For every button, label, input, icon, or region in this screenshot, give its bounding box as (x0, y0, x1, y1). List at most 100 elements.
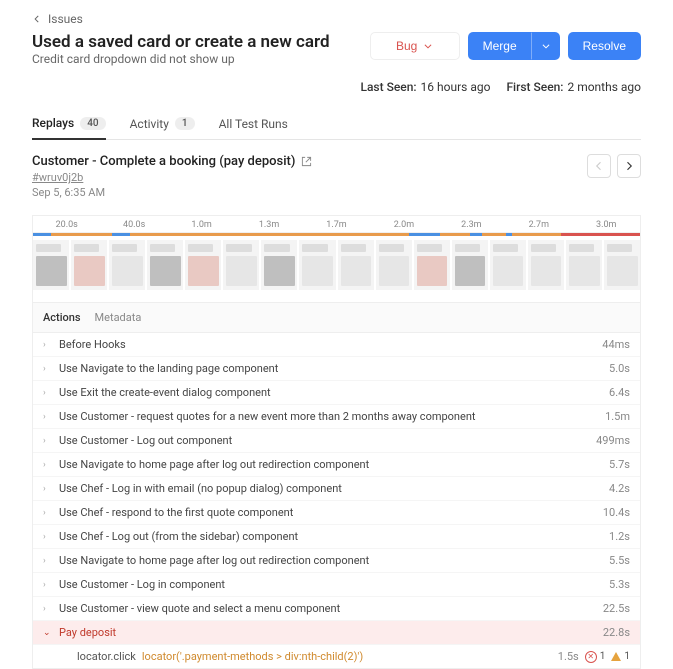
panel-tab-actions[interactable]: Actions (43, 311, 81, 324)
action-label: Use Navigate to home page after log out … (59, 458, 609, 471)
fail-icon: ✕ (585, 651, 597, 663)
chevron-right-icon: › (43, 388, 55, 398)
chevron-right-icon: › (43, 604, 55, 614)
issue-title: Used a saved card or create a new card (32, 32, 330, 52)
action-duration: 6.4s (609, 386, 630, 399)
tab-activity[interactable]: Activity 1 (130, 109, 195, 139)
action-label: Use Chef - Log in with email (no popup d… (59, 482, 609, 495)
action-row[interactable]: › Use Customer - request quotes for a new… (33, 405, 640, 429)
action-label: Use Navigate to home page after log out … (59, 554, 609, 567)
chevron-right-icon: › (43, 508, 55, 518)
session-time: Sep 5, 6:35 AM (32, 186, 312, 199)
action-label: Pay deposit (59, 626, 603, 639)
timeline-tick: 2.7m (505, 220, 572, 230)
action-duration: 4.2s (609, 482, 630, 495)
last-seen-value: 16 hours ago (421, 80, 491, 94)
action-label: Use Customer - view quote and select a m… (59, 602, 603, 615)
timeline-tick: 2.0m (370, 220, 437, 230)
action-duration: 10.4s (603, 506, 630, 519)
timeline-tick: 40.0s (100, 220, 167, 230)
action-row[interactable]: › Use Chef - Log in with email (no popup … (33, 477, 640, 501)
merge-button-group: Merge (468, 32, 560, 60)
chevron-right-icon: › (43, 412, 55, 422)
action-duration: 5.0s (609, 362, 630, 375)
activity-count: 1 (175, 117, 195, 130)
action-row[interactable]: › Use Exit the create-event dialog compon… (33, 381, 640, 405)
external-link-icon (301, 156, 312, 167)
action-duration: 499ms (596, 434, 630, 447)
back-to-issues-link[interactable]: Issues (32, 12, 83, 26)
replay-timeline[interactable]: 20.0s40.0s1.0m1.3m1.7m2.0m2.3m2.7m3.0m (32, 215, 641, 303)
chevron-right-icon: › (43, 364, 55, 374)
action-duration: 1.5m (605, 410, 630, 423)
action-row[interactable]: › Use Chef - respond to the first quote c… (33, 501, 640, 525)
action-row[interactable]: › Use Chef - Log out (from the sidebar) c… (33, 525, 640, 549)
action-row[interactable]: ›Before Hooks44ms (33, 333, 640, 357)
chevron-right-icon: › (43, 580, 55, 590)
prev-replay-button (587, 154, 611, 178)
warn-count: 1 (624, 651, 630, 662)
tab-all-test-runs[interactable]: All Test Runs (219, 109, 288, 139)
issue-subtitle: Credit card dropdown did not show up (32, 52, 330, 66)
action-row[interactable]: › Use Navigate to the landing page compon… (33, 357, 640, 381)
timeline-tick: 1.3m (235, 220, 302, 230)
replays-count: 40 (80, 117, 105, 130)
session-title[interactable]: Customer - Complete a booking (pay depos… (32, 154, 312, 169)
main-tabs: Replays 40 Activity 1 All Test Runs (32, 108, 641, 140)
action-row[interactable]: › Use Navigate to home page after log out… (33, 549, 640, 573)
action-row[interactable]: › Use Navigate to home page after log out… (33, 453, 640, 477)
chevron-right-icon: › (43, 460, 55, 470)
locator-call: locator.click (77, 650, 136, 663)
action-label: Use Chef - respond to the first quote co… (59, 506, 603, 519)
action-row[interactable]: › Use Customer - Log out component499ms (33, 429, 640, 453)
arrow-right-icon (623, 160, 635, 172)
action-duration: 44ms (602, 338, 630, 351)
action-label: Use Exit the create-event dialog compone… (59, 386, 609, 399)
action-label: Use Customer - Log out component (59, 434, 596, 447)
seen-meta: Last Seen:16 hours ago First Seen:2 mont… (32, 80, 641, 94)
locator-row[interactable]: locator.click locator('.payment-methods … (33, 645, 640, 668)
action-duration: 5.7s (609, 458, 630, 471)
arrow-left-icon (32, 14, 42, 24)
action-label: Use Customer - Log in component (59, 578, 609, 591)
session-id[interactable]: #wruv0j2b (32, 171, 312, 184)
warn-icon (611, 652, 621, 661)
action-row[interactable]: › Use Customer - Log in component5.3s (33, 573, 640, 597)
action-duration: 1.2s (609, 530, 630, 543)
next-replay-button[interactable] (617, 154, 641, 178)
action-label: Use Navigate to the landing page compone… (59, 362, 609, 375)
tab-replays[interactable]: Replays 40 (32, 108, 106, 140)
locator-path: locator('.payment-methods > div:nth-chil… (142, 650, 558, 663)
chevron-right-icon: › (43, 436, 55, 446)
caret-down-icon: ⌄ (43, 628, 55, 638)
bug-type-dropdown[interactable]: Bug (370, 32, 460, 60)
action-row-error[interactable]: ⌄ Pay deposit 22.8s (33, 621, 640, 645)
chevron-right-icon: › (43, 556, 55, 566)
action-duration: 5.5s (609, 554, 630, 567)
timeline-tick: 1.7m (303, 220, 370, 230)
back-label: Issues (48, 12, 83, 26)
action-row[interactable]: › Use Customer - view quote and select a … (33, 597, 640, 621)
timeline-tick: 2.3m (438, 220, 505, 230)
resolve-button[interactable]: Resolve (568, 32, 641, 60)
panel-tab-metadata[interactable]: Metadata (95, 311, 142, 324)
timeline-tick: 20.0s (33, 220, 100, 230)
status-icons: ✕ 1 1 (585, 651, 630, 663)
action-duration: 22.5s (603, 602, 630, 615)
action-label: Use Chef - Log out (from the sidebar) co… (59, 530, 609, 543)
chevron-right-icon: › (43, 340, 55, 350)
chevron-right-icon: › (43, 484, 55, 494)
merge-button[interactable]: Merge (468, 32, 532, 60)
action-label: Use Customer - request quotes for a new … (59, 410, 605, 423)
timeline-tick: 3.0m (573, 220, 640, 230)
chevron-down-icon (423, 41, 433, 51)
chevron-right-icon: › (43, 532, 55, 542)
chevron-down-icon (541, 41, 551, 51)
merge-caret-button[interactable] (532, 32, 560, 60)
last-seen-label: Last Seen: (360, 80, 416, 94)
first-seen-label: First Seen: (506, 80, 563, 94)
timeline-frames (33, 236, 640, 290)
action-duration: 5.3s (609, 578, 630, 591)
arrow-left-icon (593, 160, 605, 172)
action-duration: 22.8s (603, 626, 630, 639)
